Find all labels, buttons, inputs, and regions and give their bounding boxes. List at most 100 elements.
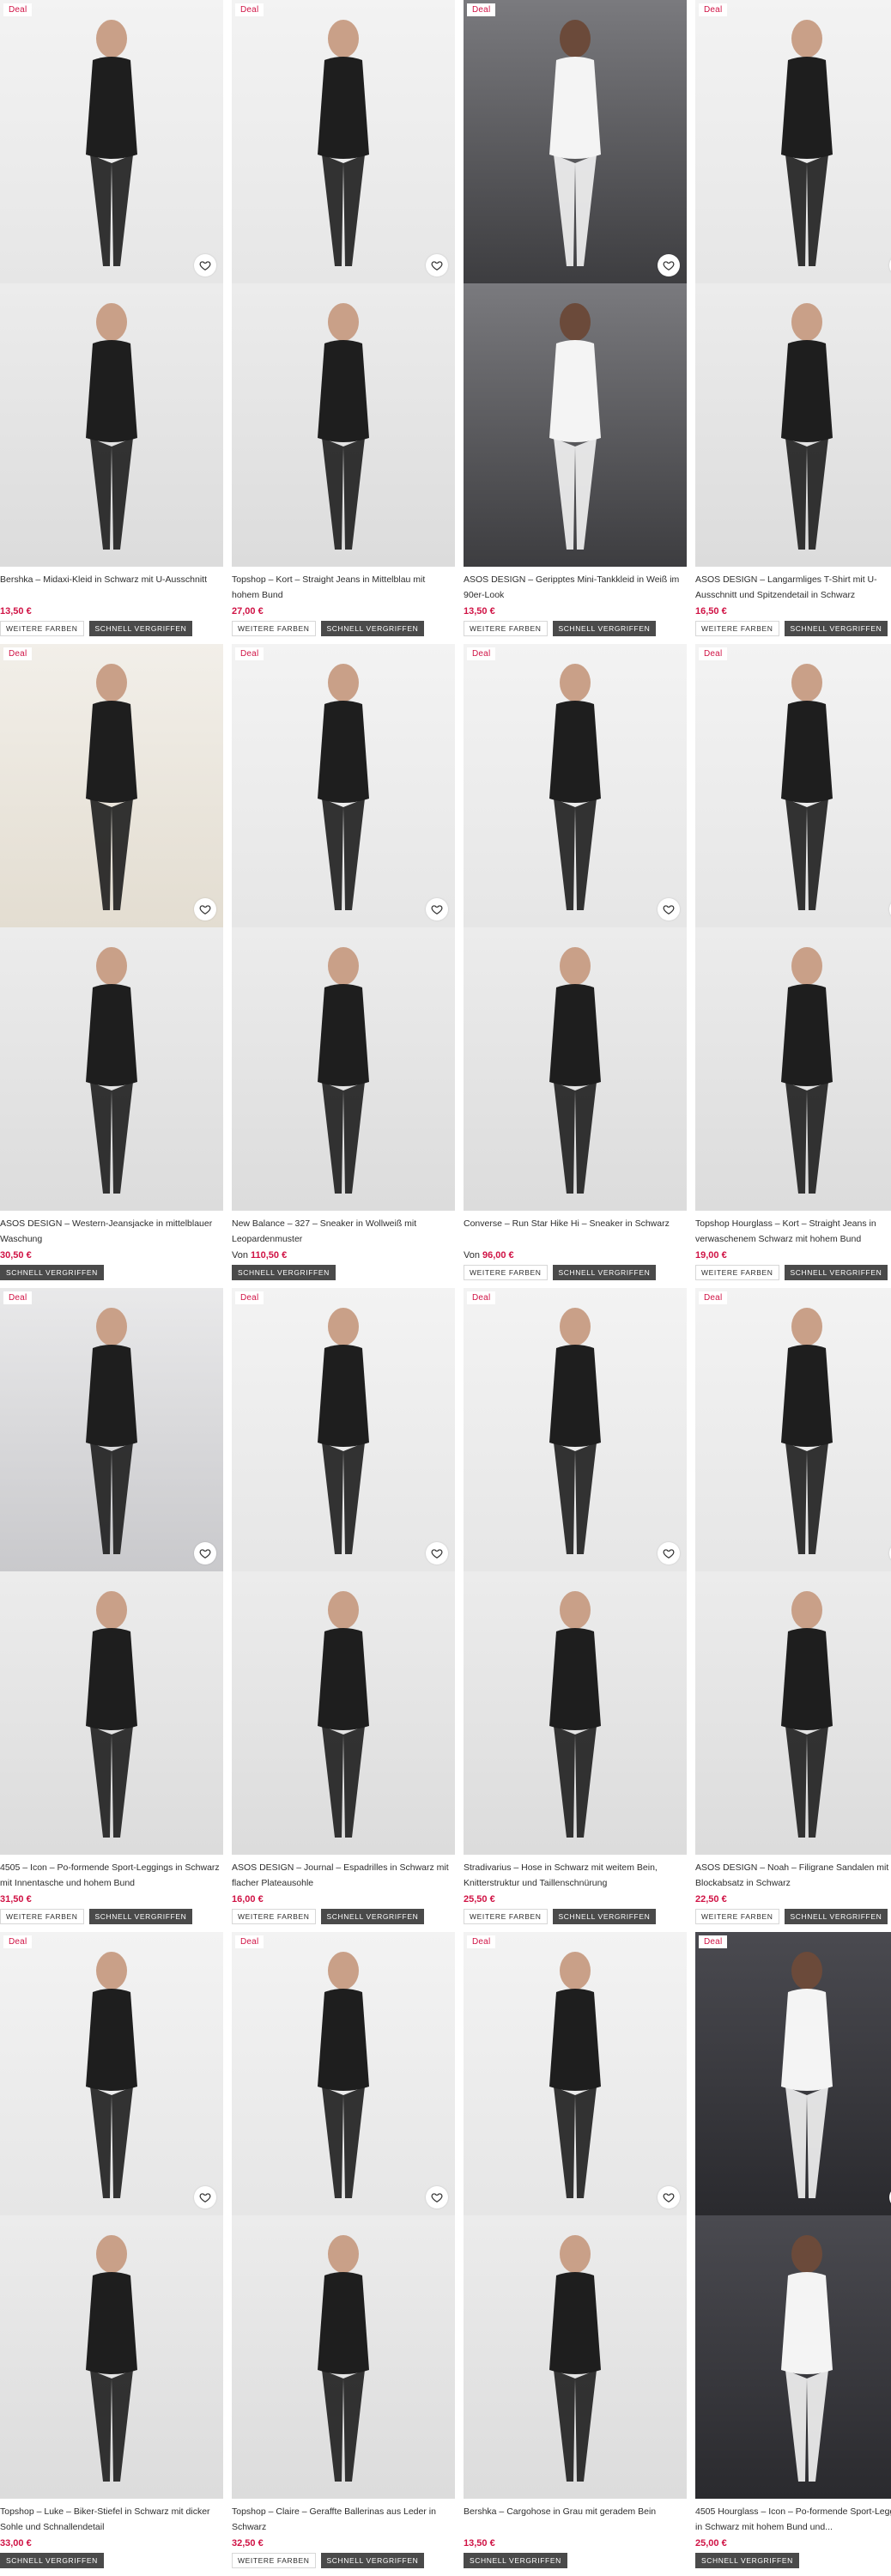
product-image-alt[interactable] xyxy=(464,283,687,567)
product-image-alt[interactable] xyxy=(0,2215,223,2499)
heart-icon[interactable] xyxy=(194,1542,216,1564)
product-image-alt[interactable] xyxy=(232,283,455,567)
product-price: Von 96,00 € xyxy=(464,1249,687,1262)
heart-icon[interactable] xyxy=(426,1542,448,1564)
product-price: 16,00 € xyxy=(232,1893,455,1906)
product-card[interactable]: Deal Topshop – Claire – Geraffte Ballerin… xyxy=(232,1932,455,2568)
product-image-alt[interactable] xyxy=(0,927,223,1211)
product-card[interactable]: Deal ASOS DESIGN – Western-Jeansjacke in … xyxy=(0,644,223,1280)
product-card[interactable]: Deal 4505 Hourglass – Icon – Po-formende … xyxy=(695,1932,891,2568)
selling-fast-badge: SCHNELL VERGRIFFEN xyxy=(0,2553,104,2568)
product-name[interactable]: 4505 Hourglass – Icon – Po-formende Spor… xyxy=(695,2504,891,2535)
product-image-alt[interactable] xyxy=(232,1571,455,1855)
heart-icon[interactable] xyxy=(658,898,680,920)
product-image[interactable]: Deal xyxy=(0,1932,223,2215)
product-grid: Deal Bershka – Midaxi-Kleid in Schwarz mi… xyxy=(0,0,891,2576)
product-image[interactable]: Deal xyxy=(695,1288,891,1571)
product-name[interactable]: Topshop Hourglass – Kort – Straight Jean… xyxy=(695,1216,891,1247)
product-image[interactable]: Deal xyxy=(695,0,891,283)
product-name[interactable]: ASOS DESIGN – Journal – Espadrilles in S… xyxy=(232,1860,455,1891)
selling-fast-badge: SCHNELL VERGRIFFEN xyxy=(464,2553,567,2568)
product-image[interactable]: Deal xyxy=(232,0,455,283)
product-image-alt[interactable] xyxy=(232,927,455,1211)
product-image[interactable]: Deal xyxy=(464,1932,687,2215)
product-image-alt[interactable] xyxy=(464,1571,687,1855)
heart-icon[interactable] xyxy=(426,254,448,276)
heart-icon[interactable] xyxy=(194,254,216,276)
product-image-alt[interactable] xyxy=(695,1571,891,1855)
badge-row: WEITERE FARBEN SCHNELL VERGRIFFEN xyxy=(464,621,687,636)
badge-row: WEITERE FARBEN SCHNELL VERGRIFFEN xyxy=(232,2553,455,2568)
product-name[interactable]: Stradivarius – Hose in Schwarz mit weite… xyxy=(464,1860,687,1891)
heart-icon[interactable] xyxy=(426,898,448,920)
product-image[interactable]: Deal xyxy=(232,1288,455,1571)
product-image[interactable]: Deal xyxy=(695,1932,891,2215)
product-image[interactable]: Deal xyxy=(0,1288,223,1571)
product-image[interactable]: Deal xyxy=(464,644,687,927)
product-image[interactable]: Deal xyxy=(464,0,687,283)
model-figure xyxy=(318,303,369,550)
product-name[interactable]: ASOS DESIGN – Noah – Filigrane Sandalen … xyxy=(695,1860,891,1891)
price-value: 33,00 € xyxy=(0,2538,32,2549)
price-value: 13,50 € xyxy=(464,2538,495,2549)
product-image[interactable]: Deal xyxy=(0,0,223,283)
price-value: 32,50 € xyxy=(232,2538,264,2549)
selling-fast-badge: SCHNELL VERGRIFFEN xyxy=(320,2553,425,2568)
heart-icon[interactable] xyxy=(658,1542,680,1564)
product-image-alt[interactable] xyxy=(0,283,223,567)
heart-icon[interactable] xyxy=(194,2186,216,2208)
model-figure xyxy=(86,20,137,266)
product-name[interactable]: Topshop – Luke – Biker-Stiefel in Schwar… xyxy=(0,2504,223,2535)
heart-icon[interactable] xyxy=(426,2186,448,2208)
product-name[interactable]: ASOS DESIGN – Western-Jeansjacke in mitt… xyxy=(0,1216,223,1247)
product-image[interactable]: Deal xyxy=(695,644,891,927)
product-card[interactable]: Deal ASOS DESIGN – Noah – Filigrane Sanda… xyxy=(695,1288,891,1924)
product-name[interactable]: Topshop – Claire – Geraffte Ballerinas a… xyxy=(232,2504,455,2535)
model-figure xyxy=(86,1952,137,2198)
badge-row: WEITERE FARBEN SCHNELL VERGRIFFEN xyxy=(695,1265,891,1280)
heart-icon[interactable] xyxy=(194,898,216,920)
product-card[interactable]: Deal Topshop – Kort – Straight Jeans in M… xyxy=(232,0,455,636)
product-name[interactable]: ASOS DESIGN – Langarmliges T-Shirt mit U… xyxy=(695,572,891,603)
model-figure xyxy=(318,20,369,266)
product-image-alt[interactable] xyxy=(695,927,891,1211)
product-card[interactable]: Deal New Balance – 327 – Sneaker in Wollw… xyxy=(232,644,455,1280)
heart-icon[interactable] xyxy=(658,254,680,276)
product-card[interactable]: Deal ASOS DESIGN – Geripptes Mini-Tankkle… xyxy=(464,0,687,636)
heart-icon[interactable] xyxy=(658,2186,680,2208)
product-name[interactable]: Bershka – Cargohose in Grau mit geradem … xyxy=(464,2504,687,2535)
deal-badge: Deal xyxy=(467,1935,496,1948)
product-name[interactable]: Topshop – Kort – Straight Jeans in Mitte… xyxy=(232,572,455,603)
model-figure xyxy=(86,2235,137,2482)
product-info: Topshop – Kort – Straight Jeans in Mitte… xyxy=(232,567,455,636)
deal-badge: Deal xyxy=(467,647,496,660)
product-image[interactable]: Deal xyxy=(232,1932,455,2215)
selling-fast-badge: SCHNELL VERGRIFFEN xyxy=(320,621,425,636)
product-card[interactable]: Deal Converse – Run Star Hike Hi – Sneake… xyxy=(464,644,687,1280)
product-name[interactable]: New Balance – 327 – Sneaker in Wollweiß … xyxy=(232,1216,455,1247)
product-card[interactable]: Deal Bershka – Midaxi-Kleid in Schwarz mi… xyxy=(0,0,223,636)
product-price: 22,50 € xyxy=(695,1893,891,1906)
product-card[interactable]: Deal Topshop Hourglass – Kort – Straight … xyxy=(695,644,891,1280)
product-image[interactable]: Deal xyxy=(232,644,455,927)
product-card[interactable]: Deal Bershka – Cargohose in Grau mit gera… xyxy=(464,1932,687,2568)
product-image-alt[interactable] xyxy=(232,2215,455,2499)
more-colors-badge: WEITERE FARBEN xyxy=(464,1265,548,1280)
product-card[interactable]: Deal Topshop – Luke – Biker-Stiefel in Sc… xyxy=(0,1932,223,2568)
product-card[interactable]: Deal ASOS DESIGN – Journal – Espadrilles … xyxy=(232,1288,455,1924)
product-image[interactable]: Deal xyxy=(464,1288,687,1571)
product-info: Converse – Run Star Hike Hi – Sneaker in… xyxy=(464,1211,687,1280)
product-name[interactable]: 4505 – Icon – Po-formende Sport-Leggings… xyxy=(0,1860,223,1891)
product-image-alt[interactable] xyxy=(464,927,687,1211)
product-name[interactable]: Bershka – Midaxi-Kleid in Schwarz mit U-… xyxy=(0,572,223,603)
product-name[interactable]: Converse – Run Star Hike Hi – Sneaker in… xyxy=(464,1216,687,1247)
product-image-alt[interactable] xyxy=(0,1571,223,1855)
product-card[interactable]: Deal 4505 – Icon – Po-formende Sport-Legg… xyxy=(0,1288,223,1924)
product-card[interactable]: Deal ASOS DESIGN – Langarmliges T-Shirt m… xyxy=(695,0,891,636)
product-card[interactable]: Deal Stradivarius – Hose in Schwarz mit w… xyxy=(464,1288,687,1924)
product-name[interactable]: ASOS DESIGN – Geripptes Mini-Tankkleid i… xyxy=(464,572,687,603)
product-image-alt[interactable] xyxy=(695,283,891,567)
product-image-alt[interactable] xyxy=(464,2215,687,2499)
product-image[interactable]: Deal xyxy=(0,644,223,927)
product-image-alt[interactable] xyxy=(695,2215,891,2499)
